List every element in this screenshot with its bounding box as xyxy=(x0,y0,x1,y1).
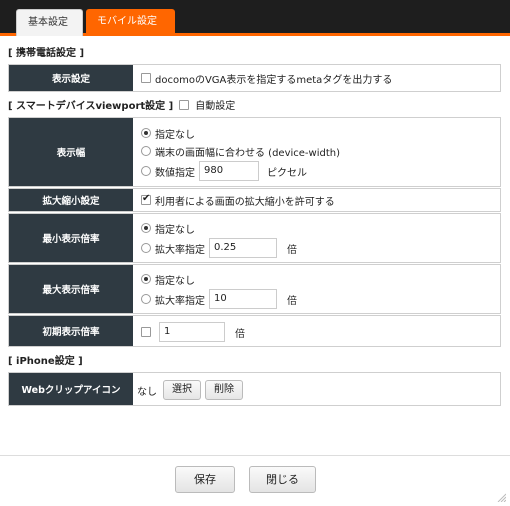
width-unit: ピクセル xyxy=(267,167,307,179)
width-device-radio[interactable] xyxy=(141,146,151,156)
min-scale-unit: 倍 xyxy=(287,244,297,256)
row-label: Webクリップアイコン xyxy=(9,373,133,405)
tab-bar: 基本設定 モバイル設定 xyxy=(0,0,510,36)
row-label: 初期表示倍率 xyxy=(9,316,133,346)
row-label: 最大表示倍率 xyxy=(9,265,133,313)
max-scale-none-radio[interactable] xyxy=(141,274,151,284)
allow-zoom-checkbox[interactable] xyxy=(141,193,151,205)
row-min-scale: 最小表示倍率 指定なし 拡大率指定 0.25 倍 xyxy=(8,213,501,263)
section-title-text: [ スマートデバイスviewport設定 ] xyxy=(8,101,174,112)
row-initial-scale: 初期表示倍率 1 倍 xyxy=(8,315,501,347)
webclip-select-button[interactable]: 選択 xyxy=(163,380,201,400)
max-scale-specify-label: 拡大率指定 xyxy=(155,295,205,307)
row-display-setting: 表示設定 docomoのVGA表示を指定するmetaタグを出力する xyxy=(8,64,501,92)
section-title-viewport: [ スマートデバイスviewport設定 ] 自動設定 xyxy=(8,97,235,112)
initial-scale-checkbox[interactable] xyxy=(141,327,151,337)
min-scale-none-label: 指定なし xyxy=(155,224,195,236)
width-number-input[interactable]: 980 xyxy=(199,161,259,181)
row-label: 表示幅 xyxy=(9,118,133,186)
width-none-label: 指定なし xyxy=(155,129,195,141)
width-number-label: 数値指定 xyxy=(155,167,195,179)
allow-zoom-label: 利用者による画面の拡大縮小を許可する xyxy=(155,196,335,208)
max-scale-input[interactable]: 10 xyxy=(209,289,277,309)
webclip-value: なし xyxy=(137,386,157,398)
row-label: 拡大縮小設定 xyxy=(9,189,133,211)
close-button[interactable]: 閉じる xyxy=(249,466,316,493)
row-display-width: 表示幅 指定なし 端末の画面幅に合わせる (device-width) 数値指定… xyxy=(8,117,501,187)
width-device-label: 端末の画面幅に合わせる (device-width) xyxy=(155,147,340,159)
tab-basic-settings[interactable]: 基本設定 xyxy=(16,9,83,36)
auto-setting-label: 自動設定 xyxy=(195,101,236,112)
row-label: 最小表示倍率 xyxy=(9,214,133,262)
min-scale-specify-label: 拡大率指定 xyxy=(155,244,205,256)
width-number-radio[interactable] xyxy=(141,166,151,176)
initial-scale-input[interactable]: 1 xyxy=(159,322,225,342)
min-scale-none-radio[interactable] xyxy=(141,223,151,233)
initial-scale-unit: 倍 xyxy=(235,328,245,340)
min-scale-input[interactable]: 0.25 xyxy=(209,238,277,258)
tab-mobile-settings[interactable]: モバイル設定 xyxy=(86,9,175,36)
width-none-radio[interactable] xyxy=(141,128,151,138)
section-title-iphone: [ iPhone設定 ] xyxy=(8,356,83,367)
footer-divider xyxy=(0,455,510,456)
max-scale-none-label: 指定なし xyxy=(155,275,195,287)
max-scale-unit: 倍 xyxy=(287,295,297,307)
webclip-delete-button[interactable]: 削除 xyxy=(205,380,243,400)
resize-grip-icon[interactable] xyxy=(496,492,506,502)
min-scale-specify-radio[interactable] xyxy=(141,243,151,253)
row-webclip: Webクリップアイコン なし 選択 削除 xyxy=(8,372,501,406)
row-label: 表示設定 xyxy=(9,65,133,91)
save-button[interactable]: 保存 xyxy=(175,466,235,493)
row-zoom-setting: 拡大縮小設定 利用者による画面の拡大縮小を許可する xyxy=(8,188,501,212)
vga-meta-label: docomoのVGA表示を指定するmetaタグを出力する xyxy=(155,74,393,86)
vga-meta-checkbox[interactable] xyxy=(141,73,151,83)
max-scale-specify-radio[interactable] xyxy=(141,294,151,304)
section-title-mobile: [ 携帯電話設定 ] xyxy=(8,48,85,59)
auto-setting-checkbox[interactable] xyxy=(179,99,190,110)
row-max-scale: 最大表示倍率 指定なし 拡大率指定 10 倍 xyxy=(8,264,501,314)
